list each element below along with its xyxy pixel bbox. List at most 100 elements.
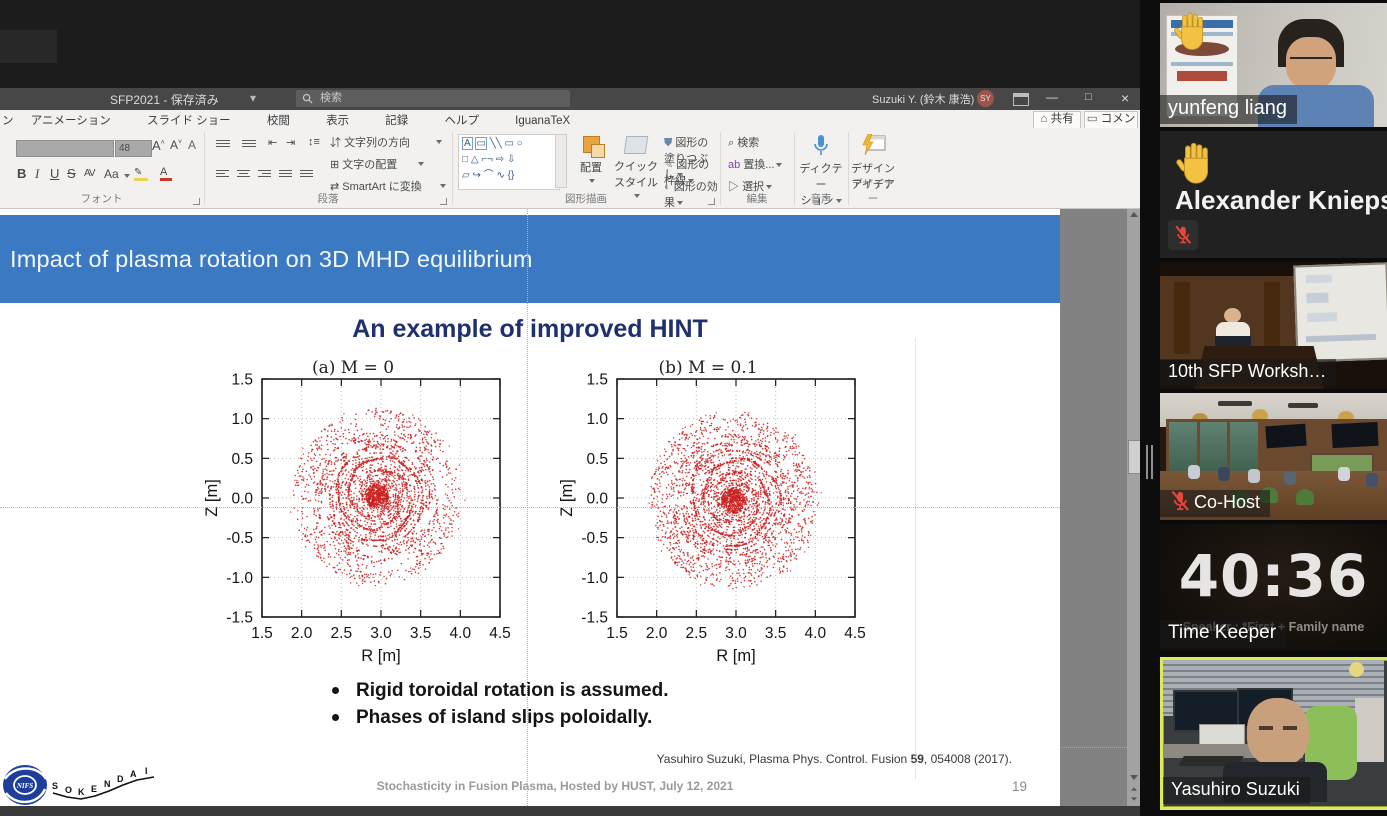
lamp <box>1349 662 1364 677</box>
change-case-icon[interactable]: Aa <box>104 167 119 181</box>
wood-panel <box>1174 282 1190 354</box>
arrange-button[interactable]: 配置 <box>574 136 608 187</box>
participant-video-time-keeper[interactable]: 40:36 Speaker : *First + Family name Tim… <box>1160 524 1387 651</box>
participant-video-alexander-knieps[interactable]: Alexander Knieps <box>1160 131 1387 258</box>
tab-review[interactable]: 校閲 <box>267 112 290 128</box>
tab-clipped[interactable]: ン <box>2 112 14 128</box>
tab-iguanatex[interactable]: IguanaTeX <box>515 115 570 127</box>
columns-icon[interactable] <box>300 168 313 179</box>
participant-video-sfp-workshop[interactable]: 10th SFP Worksh… <box>1160 262 1387 389</box>
sidebar-resize-handle[interactable] <box>1146 445 1148 479</box>
participant-name: Alexander Knieps <box>1175 185 1387 216</box>
shape-row-3: ▱ ↪ ⌒ ∿ {} <box>462 168 556 184</box>
scroll-down-icon[interactable] <box>1130 775 1138 780</box>
italic-icon[interactable]: I <box>35 166 39 182</box>
shrink-font-icon[interactable]: A˅ <box>170 138 182 152</box>
printer <box>1199 724 1245 746</box>
next-slide-icon[interactable] <box>1130 797 1136 800</box>
maximize-button[interactable]: □ <box>1085 91 1092 103</box>
shelf <box>1355 698 1384 762</box>
svg-text:0.5: 0.5 <box>231 451 253 468</box>
align-right-icon[interactable] <box>258 168 271 179</box>
char-spacing-icon[interactable]: AV <box>84 168 95 179</box>
participant-name: Time Keeper <box>1160 620 1286 648</box>
minimize-button[interactable]: — <box>1046 90 1058 104</box>
decrease-indent-icon[interactable]: ⇤ <box>268 136 277 149</box>
sokendai-logo: SOKENDAI <box>50 767 160 805</box>
save-state-caret-icon[interactable]: ▾ <box>250 91 256 105</box>
close-button[interactable]: × <box>1121 90 1129 106</box>
justify-icon[interactable] <box>279 168 292 179</box>
svg-text:4.0: 4.0 <box>450 625 472 642</box>
tab-record[interactable]: 記録 <box>385 112 408 128</box>
text-direction-item[interactable]: ⇵ 文字列の方向 <box>330 134 410 150</box>
line-spacing-icon[interactable]: ↕≡ <box>308 136 320 148</box>
shape-gallery-scrollbar[interactable] <box>555 134 567 188</box>
participant-video-yasuhiro-suzuki[interactable]: Yasuhiro Suzuki <box>1160 657 1387 810</box>
tab-view[interactable]: 表示 <box>326 112 349 128</box>
mic-muted-icon <box>1168 489 1192 513</box>
find-item[interactable]: ⌕ 検索 <box>728 134 759 150</box>
numbering-icon[interactable] <box>242 138 256 149</box>
wall-tv <box>1331 422 1378 448</box>
shape-gallery[interactable]: A ▭ ╲╲ ▭ ○ □ △ ⌐¬ ⇨ ⇩ ▱ ↪ ⌒ ∿ {} <box>458 134 560 190</box>
tab-slideshow[interactable]: スライド ショー <box>147 112 231 128</box>
font-name-combo[interactable] <box>16 140 114 157</box>
laptop <box>1215 336 1251 346</box>
sidebar-resize-handle[interactable] <box>1151 445 1153 479</box>
ribbon-group-voice: ディクテーション 音声 <box>796 128 846 208</box>
bullets-icon[interactable] <box>216 138 230 149</box>
guide-vertical-right <box>915 339 916 779</box>
grow-font-icon[interactable]: A˄ <box>152 138 165 153</box>
share-button[interactable]: ⌂ 共有 <box>1033 111 1081 129</box>
shape-row-1: A ▭ ╲╲ ▭ ○ <box>462 136 556 152</box>
people <box>1188 465 1200 479</box>
tab-animations[interactable]: アニメーション <box>31 112 111 128</box>
participant-video-co-host[interactable]: Co-Host <box>1160 393 1387 520</box>
zoom-participants-sidebar: yunfeng liang Alexander Knieps <box>1160 0 1387 816</box>
ribbon-group-designer: デザインアイデア デザイナー <box>850 128 896 208</box>
tab-help[interactable]: ヘルプ <box>444 112 479 128</box>
account-name[interactable]: Suzuki Y. (鈴木 康浩) <box>872 91 974 107</box>
clear-format-icon[interactable]: A <box>188 138 196 152</box>
highlight-color-icon[interactable]: ✎ <box>134 166 148 181</box>
dictation-mic-icon[interactable] <box>813 134 829 158</box>
document-title: SFP2021 - 保存済み <box>110 91 219 108</box>
raised-hand-icon <box>1172 11 1214 53</box>
comments-button[interactable]: ▭ コメント <box>1084 111 1138 129</box>
svg-text:-1.0: -1.0 <box>226 570 253 587</box>
align-left-icon[interactable] <box>216 168 229 179</box>
ribbon-display-options-icon[interactable] <box>1013 93 1029 106</box>
guide-horizontal-center <box>0 507 1060 508</box>
svg-text:3.0: 3.0 <box>370 625 392 642</box>
ppt-titlebar: SFP2021 - 保存済み ▾ 検索 Suzuki Y. (鈴木 康浩) SY… <box>0 88 1140 110</box>
bullet-dot <box>332 687 339 694</box>
scroll-up-icon[interactable] <box>1130 212 1138 217</box>
guide-horizontal-gray <box>1060 747 1127 748</box>
poincare-plot-a: 1.52.02.53.03.54.04.5-1.5-1.0-0.50.00.51… <box>204 357 534 665</box>
slide-title: An example of improved HINT <box>0 315 1060 344</box>
citation: Yasuhiro Suzuki, Plasma Phys. Control. F… <box>657 752 1012 766</box>
font-size-combo[interactable]: 48 <box>115 140 152 157</box>
scatter-points <box>290 408 466 587</box>
search-input[interactable]: 検索 <box>296 90 570 107</box>
bold-icon[interactable]: B <box>17 166 26 181</box>
text-align-item[interactable]: ⊞ 文字の配置 <box>330 156 397 172</box>
slide-canvas[interactable]: Impact of plasma rotation on 3D MHD equi… <box>0 209 1060 806</box>
design-ideas-icon[interactable] <box>862 134 886 156</box>
increase-indent-icon[interactable]: ⇥ <box>286 136 295 149</box>
slide-scrollbar[interactable] <box>1127 209 1140 806</box>
underline-icon[interactable]: U <box>50 166 59 181</box>
previous-slide-icon[interactable] <box>1130 787 1136 790</box>
replace-item[interactable]: ab 置換... <box>728 156 782 172</box>
svg-text:-0.5: -0.5 <box>226 530 253 547</box>
case-caret-icon <box>124 174 130 178</box>
group-label-voice: 音声 <box>796 191 846 206</box>
strikethrough-icon[interactable]: S <box>67 166 76 181</box>
nifs-logo: NIFS <box>2 763 50 807</box>
font-color-icon[interactable]: A <box>160 166 172 181</box>
participant-video-yunfeng-liang[interactable]: yunfeng liang <box>1160 3 1387 127</box>
participant-name: Yasuhiro Suzuki <box>1163 777 1310 804</box>
avatar[interactable]: SY <box>977 90 994 107</box>
align-center-icon[interactable] <box>237 168 250 179</box>
